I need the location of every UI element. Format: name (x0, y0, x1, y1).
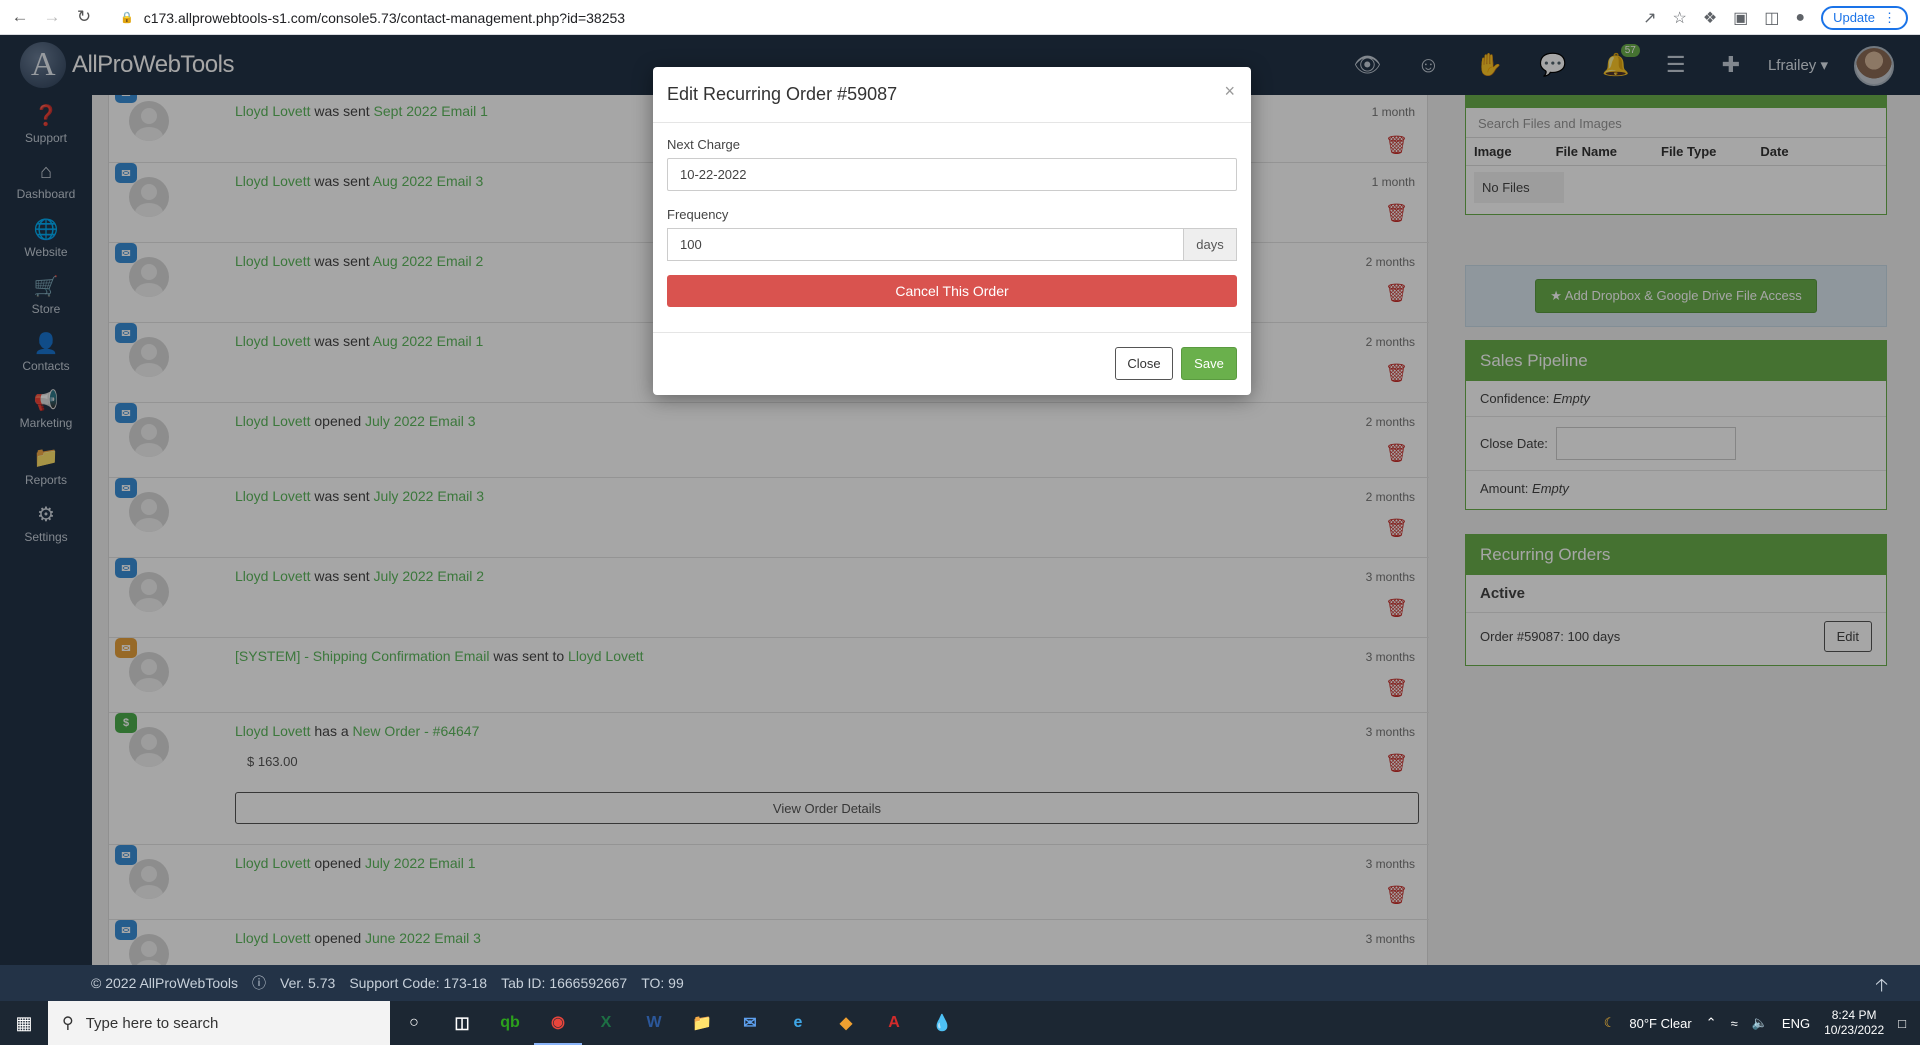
modal-header: Edit Recurring Order #59087 × (653, 67, 1251, 123)
address-bar[interactable]: 🔒 c173.allprowebtools-s1.com/console5.73… (106, 4, 1706, 31)
puzzle-icon[interactable]: ▣ (1733, 8, 1748, 28)
chrome-icon[interactable]: ◉ (534, 1001, 582, 1045)
next-charge-input[interactable]: 10-22-2022 (667, 158, 1237, 191)
excel-icon[interactable]: X (582, 1001, 630, 1045)
acrobat-icon[interactable]: A (870, 1001, 918, 1045)
taskbar-search-input[interactable]: ⚲ Type here to search (48, 1001, 390, 1045)
os-taskbar: ▦ ⚲ Type here to search ○ ◫ qb ◉ X W 📁 ✉… (0, 1001, 1920, 1045)
weather-text[interactable]: 80°F Clear (1629, 1016, 1691, 1031)
update-button[interactable]: Update ⋮ (1821, 5, 1908, 30)
notification-center-icon[interactable]: □ (1898, 1016, 1906, 1031)
language-indicator[interactable]: ENG (1782, 1016, 1810, 1031)
to-value: TO: 99 (641, 975, 684, 991)
reload-icon[interactable]: ↻ (72, 5, 96, 29)
volume-icon[interactable]: 🔈 (1752, 1015, 1768, 1031)
frequency-group: 100 days (667, 228, 1237, 261)
modal-title: Edit Recurring Order #59087 (667, 84, 898, 104)
cortana-icon[interactable]: ○ (390, 1001, 438, 1045)
wifi-icon[interactable]: ≈ (1731, 1016, 1738, 1031)
frequency-input[interactable]: 100 (667, 228, 1183, 261)
close-icon[interactable]: × (1224, 81, 1235, 102)
tab-id: Tab ID: 1666592667 (501, 975, 628, 991)
share-icon[interactable]: ↗ (1643, 8, 1656, 28)
extension-icon[interactable]: ❖ (1703, 8, 1717, 28)
save-button[interactable]: Save (1181, 347, 1237, 380)
support-code: Support Code: 173-18 (349, 975, 488, 991)
version: Ver. 5.73 (280, 975, 336, 991)
sidepanel-icon[interactable]: ◫ (1764, 8, 1779, 28)
cancel-order-button[interactable]: Cancel This Order (667, 275, 1237, 307)
arrow-up-icon[interactable]: 🡡 (1875, 973, 1888, 1003)
frequency-unit: days (1183, 228, 1237, 261)
file-explorer-icon[interactable]: 📁 (678, 1001, 726, 1045)
edge-icon[interactable]: e (774, 1001, 822, 1045)
mail-icon[interactable]: ✉ (726, 1001, 774, 1045)
frequency-label: Frequency (667, 207, 729, 222)
forward-icon[interactable]: → (40, 5, 64, 29)
url-text: c173.allprowebtools-s1.com/console5.73/c… (143, 9, 626, 26)
next-charge-label: Next Charge (667, 137, 740, 152)
weather-icon: ☾ (1603, 1015, 1616, 1030)
quickbooks-icon[interactable]: qb (486, 1001, 534, 1045)
edit-recurring-order-modal: Edit Recurring Order #59087 × Next Charg… (653, 67, 1251, 395)
info-icon: ⓘ (252, 975, 267, 991)
word-icon[interactable]: W (630, 1001, 678, 1045)
clock[interactable]: 8:24 PM 10/23/2022 (1824, 1008, 1884, 1038)
app-footer: © 2022 AllProWebTools ⓘ Ver. 5.73 Suppor… (0, 965, 1920, 1001)
system-tray: ☾ 80°F Clear ⌃ ≈ 🔈 ENG 8:24 PM 10/23/202… (1604, 1001, 1920, 1045)
ticket-app-icon[interactable]: ◆ (822, 1001, 870, 1045)
browser-toolbar: ← → ↻ 🔒 c173.allprowebtools-s1.com/conso… (0, 0, 1920, 35)
search-icon: ⚲ (62, 1015, 74, 1032)
drop-app-icon[interactable]: 💧 (918, 1001, 966, 1045)
back-icon[interactable]: ← (8, 5, 32, 29)
modal-body: Next Charge 10-22-2022 Frequency 100 day… (653, 123, 1251, 321)
profile-icon[interactable]: ● (1795, 9, 1805, 27)
chevron-up-icon[interactable]: ⌃ (1706, 1015, 1717, 1031)
copyright: © 2022 AllProWebTools (91, 975, 239, 991)
modal-footer: Close Save (653, 332, 1251, 395)
close-button[interactable]: Close (1115, 347, 1173, 380)
task-view-icon[interactable]: ◫ (438, 1001, 486, 1045)
star-icon[interactable]: ☆ (1672, 8, 1686, 28)
lock-icon: 🔒 (120, 12, 134, 24)
windows-start-icon[interactable]: ▦ (0, 1001, 48, 1045)
